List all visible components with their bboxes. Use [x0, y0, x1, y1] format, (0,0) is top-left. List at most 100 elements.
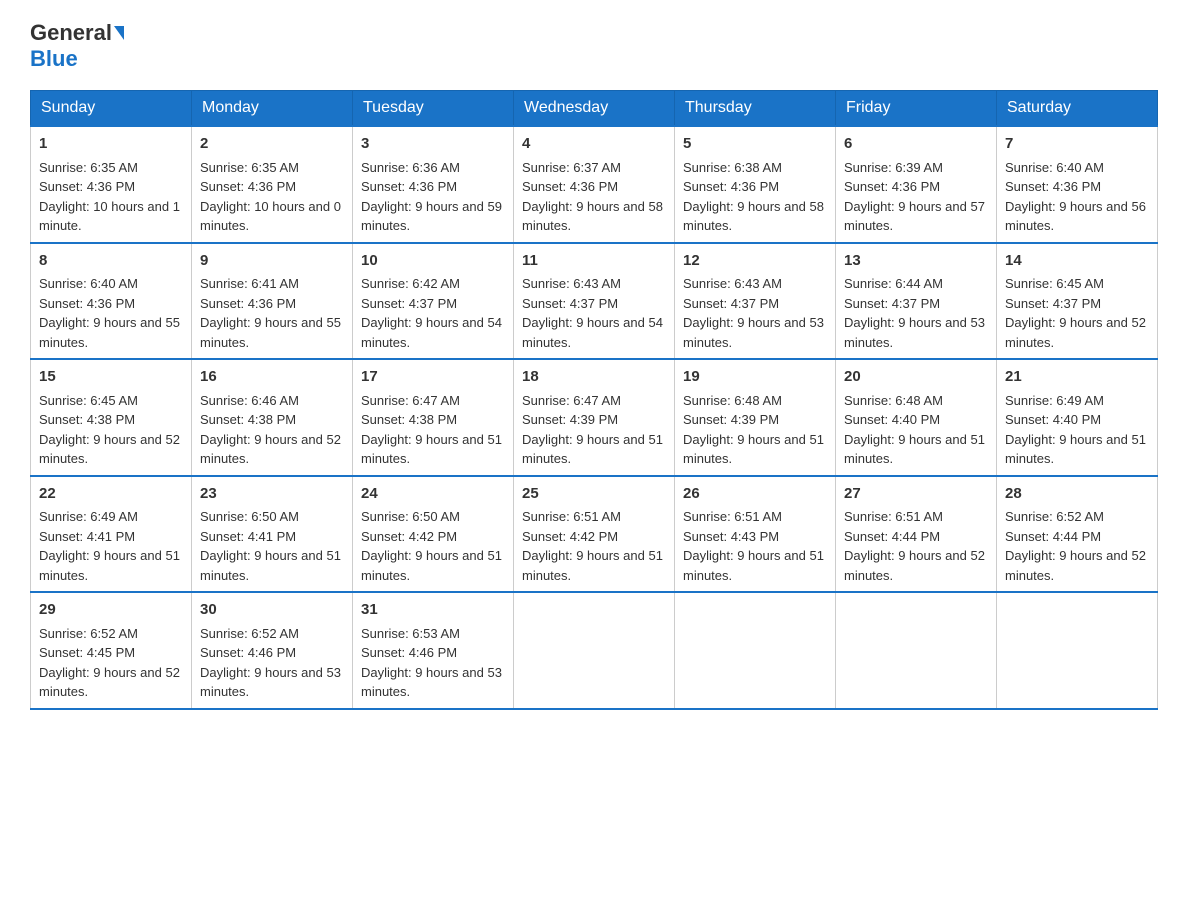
- daylight-text: Daylight: 9 hours and 52 minutes.: [1005, 315, 1146, 350]
- calendar-cell: 15Sunrise: 6:45 AMSunset: 4:38 PMDayligh…: [31, 359, 192, 476]
- calendar-cell: 19Sunrise: 6:48 AMSunset: 4:39 PMDayligh…: [675, 359, 836, 476]
- daylight-text: Daylight: 9 hours and 51 minutes.: [844, 432, 985, 467]
- daylight-text: Daylight: 9 hours and 51 minutes.: [1005, 432, 1146, 467]
- daylight-text: Daylight: 9 hours and 58 minutes.: [683, 199, 824, 234]
- daylight-text: Daylight: 9 hours and 54 minutes.: [361, 315, 502, 350]
- day-number: 1: [39, 133, 183, 156]
- calendar-cell: 16Sunrise: 6:46 AMSunset: 4:38 PMDayligh…: [192, 359, 353, 476]
- day-number: 24: [361, 483, 505, 506]
- daylight-text: Daylight: 9 hours and 54 minutes.: [522, 315, 663, 350]
- sunset-text: Sunset: 4:36 PM: [39, 296, 135, 311]
- calendar-cell: 10Sunrise: 6:42 AMSunset: 4:37 PMDayligh…: [353, 243, 514, 360]
- sunset-text: Sunset: 4:39 PM: [683, 412, 779, 427]
- weekday-header-friday: Friday: [836, 91, 997, 127]
- day-number: 21: [1005, 366, 1149, 389]
- logo-general-text: General: [30, 20, 112, 46]
- sunset-text: Sunset: 4:46 PM: [361, 645, 457, 660]
- sunrise-text: Sunrise: 6:40 AM: [39, 276, 138, 291]
- daylight-text: Daylight: 9 hours and 53 minutes.: [844, 315, 985, 350]
- calendar-cell: 23Sunrise: 6:50 AMSunset: 4:41 PMDayligh…: [192, 476, 353, 593]
- calendar-cell: 22Sunrise: 6:49 AMSunset: 4:41 PMDayligh…: [31, 476, 192, 593]
- sunrise-text: Sunrise: 6:51 AM: [522, 509, 621, 524]
- daylight-text: Daylight: 10 hours and 1 minute.: [39, 199, 180, 234]
- day-number: 29: [39, 599, 183, 622]
- sunset-text: Sunset: 4:37 PM: [361, 296, 457, 311]
- day-number: 12: [683, 250, 827, 273]
- calendar-cell: [675, 592, 836, 709]
- daylight-text: Daylight: 9 hours and 51 minutes.: [522, 548, 663, 583]
- calendar-cell: 12Sunrise: 6:43 AMSunset: 4:37 PMDayligh…: [675, 243, 836, 360]
- page-header: General Blue: [30, 20, 1158, 72]
- daylight-text: Daylight: 9 hours and 52 minutes.: [1005, 548, 1146, 583]
- daylight-text: Daylight: 9 hours and 51 minutes.: [39, 548, 180, 583]
- daylight-text: Daylight: 9 hours and 51 minutes.: [361, 432, 502, 467]
- sunset-text: Sunset: 4:37 PM: [1005, 296, 1101, 311]
- sunset-text: Sunset: 4:38 PM: [361, 412, 457, 427]
- sunrise-text: Sunrise: 6:49 AM: [1005, 393, 1104, 408]
- calendar-cell: 18Sunrise: 6:47 AMSunset: 4:39 PMDayligh…: [514, 359, 675, 476]
- sunrise-text: Sunrise: 6:35 AM: [200, 160, 299, 175]
- sunset-text: Sunset: 4:36 PM: [200, 179, 296, 194]
- calendar-cell: 21Sunrise: 6:49 AMSunset: 4:40 PMDayligh…: [997, 359, 1158, 476]
- daylight-text: Daylight: 9 hours and 51 minutes.: [522, 432, 663, 467]
- day-number: 8: [39, 250, 183, 273]
- calendar-cell: 13Sunrise: 6:44 AMSunset: 4:37 PMDayligh…: [836, 243, 997, 360]
- calendar-cell: 1Sunrise: 6:35 AMSunset: 4:36 PMDaylight…: [31, 126, 192, 243]
- daylight-text: Daylight: 9 hours and 53 minutes.: [361, 665, 502, 700]
- sunrise-text: Sunrise: 6:52 AM: [1005, 509, 1104, 524]
- calendar-cell: 9Sunrise: 6:41 AMSunset: 4:36 PMDaylight…: [192, 243, 353, 360]
- sunrise-text: Sunrise: 6:49 AM: [39, 509, 138, 524]
- sunset-text: Sunset: 4:36 PM: [361, 179, 457, 194]
- sunset-text: Sunset: 4:43 PM: [683, 529, 779, 544]
- daylight-text: Daylight: 9 hours and 51 minutes.: [361, 548, 502, 583]
- day-number: 13: [844, 250, 988, 273]
- sunrise-text: Sunrise: 6:48 AM: [844, 393, 943, 408]
- daylight-text: Daylight: 9 hours and 52 minutes.: [844, 548, 985, 583]
- sunrise-text: Sunrise: 6:47 AM: [361, 393, 460, 408]
- sunrise-text: Sunrise: 6:45 AM: [1005, 276, 1104, 291]
- sunset-text: Sunset: 4:38 PM: [200, 412, 296, 427]
- weekday-header-wednesday: Wednesday: [514, 91, 675, 127]
- weekday-header-saturday: Saturday: [997, 91, 1158, 127]
- calendar-week-row: 22Sunrise: 6:49 AMSunset: 4:41 PMDayligh…: [31, 476, 1158, 593]
- day-number: 16: [200, 366, 344, 389]
- sunrise-text: Sunrise: 6:41 AM: [200, 276, 299, 291]
- calendar-cell: [997, 592, 1158, 709]
- day-number: 5: [683, 133, 827, 156]
- sunset-text: Sunset: 4:37 PM: [522, 296, 618, 311]
- calendar-cell: 31Sunrise: 6:53 AMSunset: 4:46 PMDayligh…: [353, 592, 514, 709]
- day-number: 6: [844, 133, 988, 156]
- sunrise-text: Sunrise: 6:43 AM: [522, 276, 621, 291]
- day-number: 14: [1005, 250, 1149, 273]
- day-number: 30: [200, 599, 344, 622]
- day-number: 18: [522, 366, 666, 389]
- sunrise-text: Sunrise: 6:51 AM: [683, 509, 782, 524]
- sunset-text: Sunset: 4:42 PM: [361, 529, 457, 544]
- sunrise-text: Sunrise: 6:42 AM: [361, 276, 460, 291]
- sunrise-text: Sunrise: 6:47 AM: [522, 393, 621, 408]
- calendar-cell: 29Sunrise: 6:52 AMSunset: 4:45 PMDayligh…: [31, 592, 192, 709]
- logo-blue-text: Blue: [30, 46, 78, 72]
- daylight-text: Daylight: 9 hours and 59 minutes.: [361, 199, 502, 234]
- daylight-text: Daylight: 9 hours and 53 minutes.: [200, 665, 341, 700]
- logo: General Blue: [30, 20, 124, 72]
- sunrise-text: Sunrise: 6:38 AM: [683, 160, 782, 175]
- daylight-text: Daylight: 9 hours and 56 minutes.: [1005, 199, 1146, 234]
- day-number: 7: [1005, 133, 1149, 156]
- calendar-cell: [514, 592, 675, 709]
- day-number: 3: [361, 133, 505, 156]
- calendar-week-row: 15Sunrise: 6:45 AMSunset: 4:38 PMDayligh…: [31, 359, 1158, 476]
- day-number: 31: [361, 599, 505, 622]
- sunset-text: Sunset: 4:41 PM: [39, 529, 135, 544]
- logo-triangle-icon: [114, 26, 124, 40]
- sunset-text: Sunset: 4:41 PM: [200, 529, 296, 544]
- sunset-text: Sunset: 4:38 PM: [39, 412, 135, 427]
- sunset-text: Sunset: 4:36 PM: [1005, 179, 1101, 194]
- daylight-text: Daylight: 9 hours and 52 minutes.: [39, 432, 180, 467]
- daylight-text: Daylight: 9 hours and 55 minutes.: [39, 315, 180, 350]
- sunrise-text: Sunrise: 6:45 AM: [39, 393, 138, 408]
- sunset-text: Sunset: 4:36 PM: [844, 179, 940, 194]
- day-number: 28: [1005, 483, 1149, 506]
- sunset-text: Sunset: 4:36 PM: [39, 179, 135, 194]
- daylight-text: Daylight: 9 hours and 58 minutes.: [522, 199, 663, 234]
